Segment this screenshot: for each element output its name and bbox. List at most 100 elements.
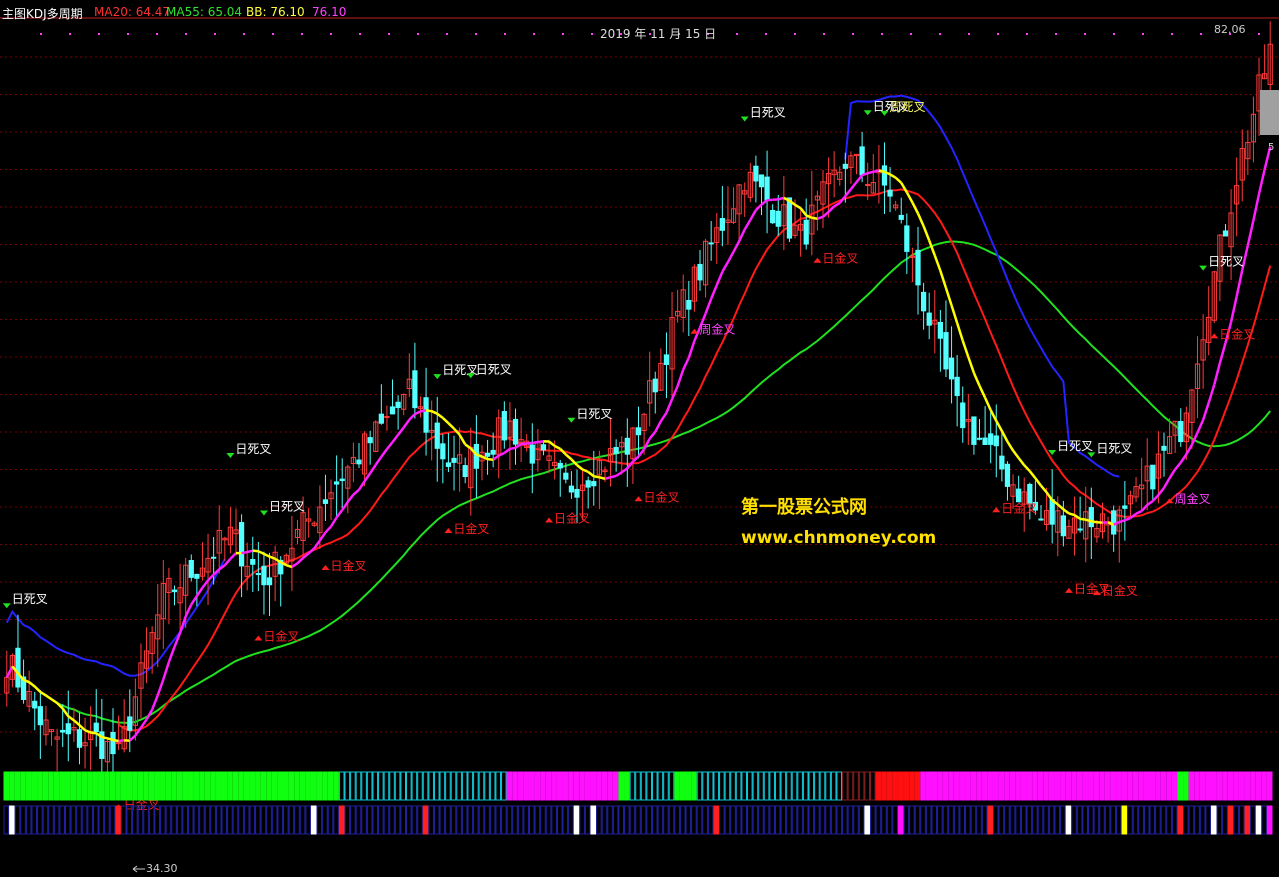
signal-bar bbox=[48, 805, 54, 835]
candle-body bbox=[434, 422, 440, 449]
period-bar bbox=[651, 771, 658, 801]
signal-bar bbox=[333, 805, 339, 835]
kdj-segment bbox=[737, 228, 746, 242]
kdj-segment bbox=[118, 739, 125, 743]
period-bar bbox=[411, 771, 418, 801]
candle-body bbox=[697, 263, 703, 281]
dot-marker bbox=[736, 33, 738, 35]
kdj-segment bbox=[955, 322, 964, 342]
signal-label: 日金叉 bbox=[330, 558, 366, 573]
period-bar bbox=[534, 771, 541, 801]
candle-body bbox=[266, 577, 273, 586]
kdj-segment bbox=[263, 552, 271, 558]
signal-bar bbox=[685, 805, 692, 835]
period-bar bbox=[629, 771, 636, 801]
dot-marker bbox=[968, 33, 970, 35]
signal-bar bbox=[1138, 805, 1144, 835]
signal-bar bbox=[238, 805, 244, 835]
kdj-segment bbox=[33, 685, 42, 693]
kdj-segment bbox=[107, 737, 114, 742]
dot-marker bbox=[69, 33, 71, 35]
kdj-segment bbox=[1012, 449, 1020, 459]
candle-body bbox=[948, 357, 955, 380]
signal-bar bbox=[182, 805, 188, 835]
candle-body bbox=[395, 401, 401, 409]
period-bar bbox=[1177, 771, 1184, 801]
period-bar bbox=[215, 771, 222, 801]
kdj-segment bbox=[939, 270, 948, 289]
candle-body bbox=[943, 332, 949, 370]
candle-body bbox=[194, 573, 200, 579]
kdj-segment bbox=[615, 471, 623, 477]
period-bar bbox=[70, 771, 77, 801]
period-bar bbox=[154, 771, 161, 801]
period-bar bbox=[243, 771, 250, 801]
kdj-segment bbox=[905, 191, 914, 204]
candle-body bbox=[529, 444, 535, 464]
period-bar bbox=[204, 771, 211, 801]
signal-bar bbox=[1183, 805, 1189, 835]
period-bar bbox=[769, 771, 775, 801]
signal-bar bbox=[528, 805, 535, 835]
candle-body bbox=[238, 522, 245, 567]
signal-bar bbox=[1127, 805, 1133, 835]
period-bar bbox=[1222, 771, 1228, 801]
signal-label: 日死叉 bbox=[235, 442, 271, 456]
period-bar bbox=[735, 771, 742, 801]
signal-bar bbox=[987, 805, 993, 835]
signal-bar bbox=[14, 805, 21, 835]
period-bar bbox=[1037, 771, 1044, 801]
signal-bar bbox=[1060, 805, 1066, 835]
period-bar bbox=[115, 771, 121, 801]
dot-marker bbox=[127, 33, 129, 35]
golden-cross-arrow-icon bbox=[321, 564, 330, 570]
dead-cross-arrow-icon bbox=[259, 510, 268, 516]
signal-bar bbox=[428, 805, 434, 835]
signal-bar bbox=[1250, 805, 1256, 835]
period-bar bbox=[937, 771, 943, 801]
kdj-segment bbox=[1028, 470, 1037, 480]
stock-chart[interactable]: 日死叉日金叉日死叉日死叉日金叉日金叉日死叉日死叉日金叉日死叉日金叉日金叉周金叉日… bbox=[0, 0, 1279, 877]
signal-bar bbox=[394, 805, 401, 835]
kdj-segment bbox=[397, 426, 405, 436]
signal-bar bbox=[227, 805, 233, 835]
period-bar bbox=[1199, 771, 1206, 801]
signal-bar bbox=[283, 805, 289, 835]
kdj-segment bbox=[1162, 477, 1171, 489]
period-bar bbox=[389, 771, 395, 801]
signal-bar bbox=[1255, 805, 1262, 835]
period-bar bbox=[791, 771, 798, 801]
signal-bar bbox=[1238, 805, 1245, 835]
signal-label: 周死叉 bbox=[889, 100, 925, 114]
candle-body bbox=[758, 174, 765, 188]
kdj-segment bbox=[637, 448, 646, 458]
kdj-segment bbox=[1062, 508, 1070, 515]
period-bar bbox=[523, 771, 529, 801]
signal-bar bbox=[299, 805, 306, 835]
period-bar bbox=[1261, 771, 1267, 801]
signal-bar bbox=[512, 805, 518, 835]
kdj-segment bbox=[1017, 457, 1026, 466]
kdj-segment bbox=[704, 298, 713, 315]
period-bar bbox=[333, 771, 339, 801]
dot-marker bbox=[997, 33, 999, 35]
signal-bar bbox=[674, 805, 680, 835]
candle-body bbox=[110, 731, 116, 755]
candle-body bbox=[501, 411, 507, 441]
period-bar bbox=[143, 771, 149, 801]
candle-body bbox=[15, 647, 21, 688]
kdj-segment bbox=[855, 174, 864, 183]
signal-bar bbox=[171, 805, 177, 835]
candle-body bbox=[32, 700, 38, 709]
signal-bar bbox=[1199, 805, 1206, 835]
candle-body bbox=[1049, 499, 1055, 525]
signal-bar bbox=[344, 805, 351, 835]
signal-bar bbox=[540, 805, 546, 835]
period-bar bbox=[635, 771, 641, 801]
signal-bar bbox=[903, 805, 910, 835]
signal-bar bbox=[1211, 805, 1217, 835]
period-bar bbox=[255, 771, 261, 801]
kdj-segment bbox=[873, 169, 880, 174]
kdj-segment bbox=[487, 457, 494, 461]
candle-body bbox=[440, 443, 446, 460]
